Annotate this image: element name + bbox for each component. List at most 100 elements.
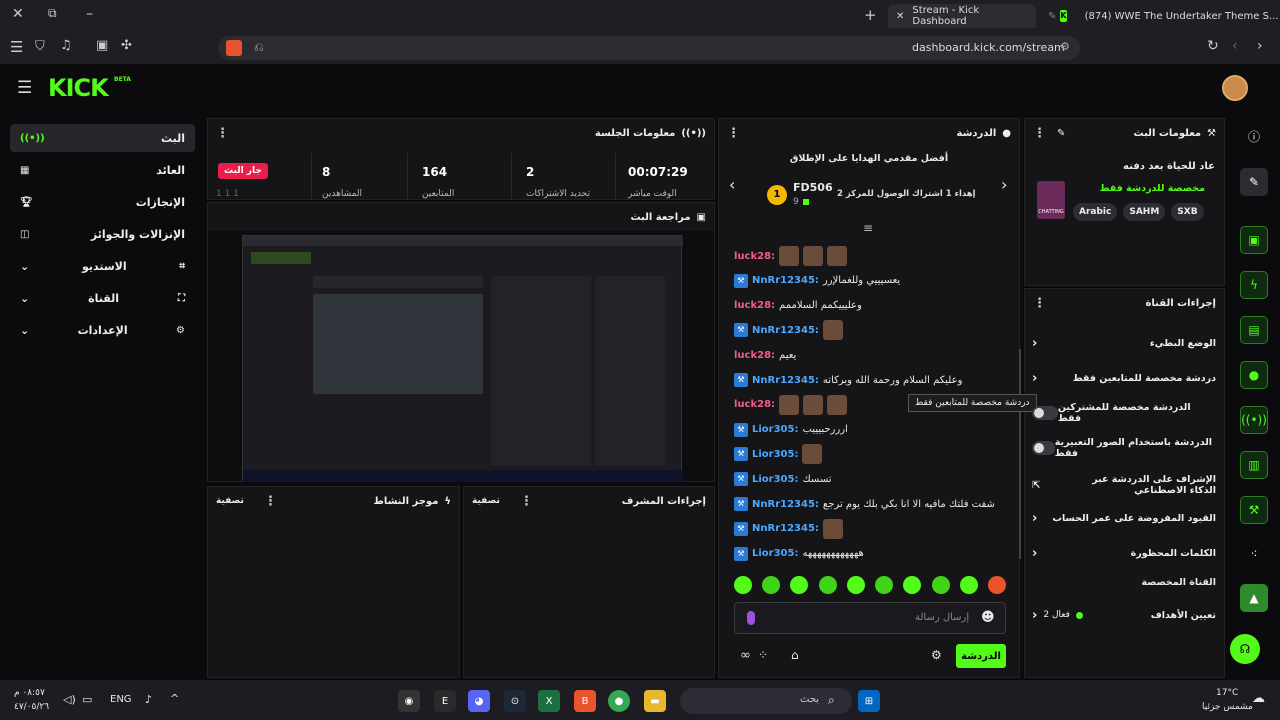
microphone-icon[interactable]: [747, 611, 755, 625]
emote-icon[interactable]: [903, 576, 922, 594]
brave-shield-icon[interactable]: [226, 40, 242, 56]
tag[interactable]: SAHM: [1123, 203, 1166, 221]
chat-username[interactable]: luck28:: [734, 300, 775, 311]
emote-icon[interactable]: [790, 576, 809, 594]
restore-window-icon[interactable]: ⧉: [48, 6, 57, 21]
emote-only-row[interactable]: الدردشة باستخدام الصور التعبيرية فقط: [1032, 435, 1216, 461]
sidebar-item-channel[interactable]: ⌄ القناة ⛶: [10, 284, 195, 312]
emote-icon[interactable]: [875, 576, 894, 594]
tag[interactable]: Arabic: [1073, 203, 1118, 221]
subscribers-only-toggle[interactable]: [1032, 406, 1058, 420]
more-options-icon[interactable]: ⋮: [727, 126, 740, 141]
category-thumbnail[interactable]: CHATTING: [1037, 181, 1065, 219]
support-icon[interactable]: ☊: [1230, 634, 1260, 664]
mute-tab-icon[interactable]: ✎: [1048, 11, 1056, 22]
sidebar-item-drops[interactable]: ◫ الإنزالات والجوائز: [10, 220, 195, 248]
document-icon[interactable]: ▤: [1240, 316, 1268, 344]
info-icon[interactable]: ⓘ: [1240, 122, 1268, 150]
broadcast-icon[interactable]: ((•)): [1240, 406, 1268, 434]
more-options-icon[interactable]: ⋮: [1033, 126, 1046, 141]
chat-username[interactable]: Lior305:: [752, 474, 798, 485]
obs-app-icon[interactable]: ◉: [398, 690, 420, 712]
account-age-row[interactable]: › القيود المفروضة على عمر الحساب: [1032, 505, 1216, 531]
forward-icon[interactable]: ‹: [1232, 38, 1238, 54]
emote-only-toggle[interactable]: [1032, 441, 1055, 455]
windows-start-icon[interactable]: ⊞: [858, 690, 880, 712]
chevron-left-icon[interactable]: ‹: [729, 175, 735, 194]
extensions-icon[interactable]: ✣: [121, 38, 132, 53]
weather-temp[interactable]: 17°C: [1216, 688, 1238, 698]
minimize-window-icon[interactable]: –: [86, 6, 93, 22]
chat-username[interactable]: Lior305:: [752, 548, 798, 559]
url-bar[interactable]: ⎌ dashboard.kick.com/stream ⚙: [218, 36, 1080, 60]
clock-date[interactable]: ٤٧/٠٥/٢٦: [14, 702, 49, 712]
music-icon[interactable]: ♫: [60, 38, 72, 53]
sidebar-item-achievements[interactable]: 🏆︎ الإنجازات: [10, 188, 195, 216]
app-icon[interactable]: ▲: [1240, 584, 1268, 612]
new-tab-icon[interactable]: +: [864, 6, 877, 24]
points-icon[interactable]: ⁘: [758, 648, 768, 662]
microphone-icon[interactable]: ♪: [145, 693, 152, 706]
chat-scrollbar[interactable]: [1019, 349, 1021, 559]
tab-youtube[interactable]: ✎ K (874) WWE The Undertaker Theme S...: [1040, 4, 1280, 28]
sidebar-item-settings[interactable]: ⌄ الإعدادات ⚙: [10, 316, 195, 344]
chat-username[interactable]: NnRr12345:: [752, 375, 819, 386]
menu-icon[interactable]: ☰: [10, 38, 23, 56]
more-options-icon[interactable]: ⋮: [216, 126, 229, 141]
chat-username[interactable]: luck28:: [734, 251, 775, 262]
bolt-icon[interactable]: ϟ: [1240, 271, 1268, 299]
avatar[interactable]: [1222, 75, 1248, 101]
epic-games-icon[interactable]: E: [434, 690, 456, 712]
clock-time[interactable]: ٠٨:٥٧ م: [14, 688, 45, 698]
excel-icon[interactable]: X: [538, 690, 560, 712]
brave-icon[interactable]: B: [574, 690, 596, 712]
language-indicator[interactable]: ENG: [110, 694, 132, 705]
discord-icon[interactable]: ◕: [468, 690, 490, 712]
emote-icon[interactable]: [987, 576, 1006, 594]
edit-icon[interactable]: ✎: [1057, 128, 1065, 139]
close-tab-icon[interactable]: ✕: [896, 11, 904, 22]
weather-desc[interactable]: مشمس جزئيا: [1202, 702, 1253, 712]
chat-username[interactable]: Lior305:: [752, 449, 798, 460]
wrench-icon[interactable]: ⚒: [1240, 496, 1268, 524]
chat-settings-icon[interactable]: ⚙: [931, 648, 942, 662]
chat-input[interactable]: إرسال رسالة ☻: [734, 602, 1006, 634]
back-icon[interactable]: ›: [1257, 38, 1263, 54]
layout-icon[interactable]: ▥: [1240, 451, 1268, 479]
set-goals-row[interactable]: › فعال 2 تعيين الأهداف: [1032, 602, 1216, 628]
filter-button[interactable]: تصفية: [472, 496, 500, 506]
chat-username[interactable]: luck28:: [734, 399, 775, 410]
share-icon[interactable]: ⁖: [1240, 540, 1268, 568]
chat-icon[interactable]: ●: [1240, 361, 1268, 389]
taskbar-search[interactable]: بحث ⌕: [680, 688, 852, 714]
store-icon[interactable]: ⌂: [791, 648, 799, 662]
tabs-icon[interactable]: ▣: [96, 38, 108, 53]
steam-icon[interactable]: ⊙: [504, 690, 526, 712]
emote-icon[interactable]: [959, 576, 978, 594]
chrome-icon[interactable]: ●: [608, 690, 630, 712]
filter-button[interactable]: تصفية: [216, 496, 244, 506]
kick-logo[interactable]: KICK: [48, 74, 109, 102]
emote-icon[interactable]: [931, 576, 950, 594]
hamburger-menu-icon[interactable]: ☰: [17, 78, 32, 98]
emote-icon[interactable]: [762, 576, 781, 594]
sidebar-item-revenue[interactable]: ▦ العائد: [10, 156, 195, 184]
site-settings-icon[interactable]: ⚙: [1060, 40, 1070, 53]
tab-kick-dashboard[interactable]: ✕ Stream - Kick Dashboard: [888, 4, 1036, 28]
ai-moderation-row[interactable]: ⇱ الإشراف على الدردشة عبر الذكاء الاصطنا…: [1032, 470, 1216, 500]
collapse-icon[interactable]: ≡: [863, 221, 873, 235]
send-chat-button[interactable]: الدردشة: [956, 644, 1006, 668]
preview-icon[interactable]: ▣: [1240, 226, 1268, 254]
infinity-icon[interactable]: ∞: [740, 648, 751, 663]
emote-icon[interactable]: [734, 576, 752, 594]
chat-username[interactable]: luck28:: [734, 350, 775, 361]
followers-only-row[interactable]: › دردشة مخصصة للمتابعين فقط: [1032, 365, 1216, 391]
blocked-words-row[interactable]: › الكلمات المحظورة: [1032, 540, 1216, 566]
volume-icon[interactable]: ◁): [63, 693, 76, 706]
sidebar-item-stream[interactable]: ((•)) البث: [10, 124, 195, 152]
network-icon[interactable]: ▭: [82, 693, 92, 706]
sidebar-item-studio[interactable]: ⌄ الاستديو ⌗: [10, 252, 195, 280]
reload-icon[interactable]: ↻: [1207, 38, 1219, 54]
tag[interactable]: SXB: [1171, 203, 1204, 221]
more-options-icon[interactable]: ⋮: [264, 494, 277, 509]
